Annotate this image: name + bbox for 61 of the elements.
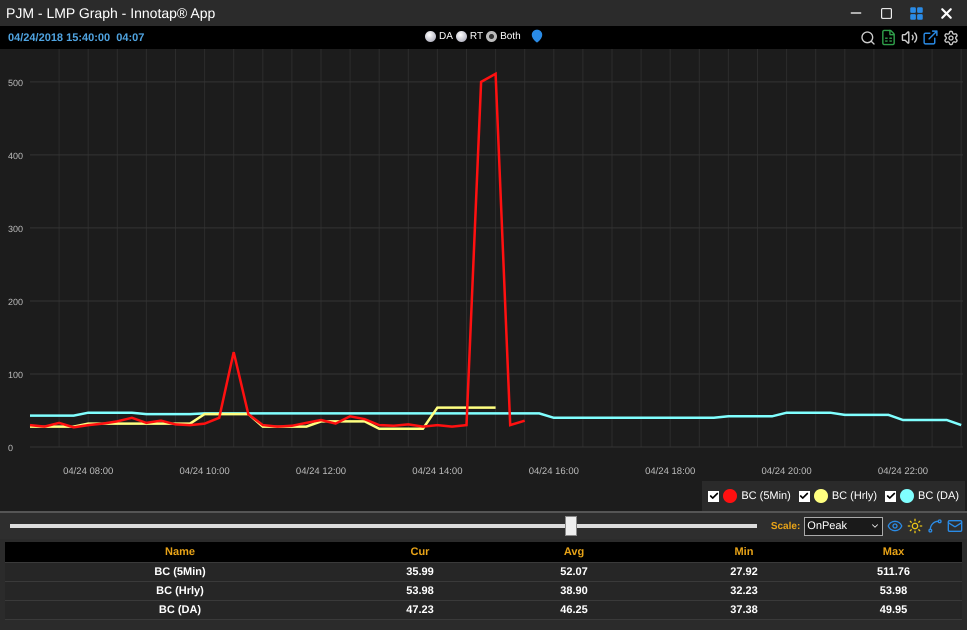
column-header: Min bbox=[734, 546, 754, 558]
grid-icon[interactable] bbox=[908, 6, 924, 20]
axis-label: 04/24 14:00 bbox=[412, 466, 462, 477]
window-title: PJM - LMP Graph - Innotap® App bbox=[6, 5, 216, 21]
search-icon[interactable] bbox=[860, 30, 876, 46]
column-header: Avg bbox=[562, 546, 586, 558]
eye-icon[interactable] bbox=[887, 518, 903, 534]
spreadsheet-icon[interactable] bbox=[880, 29, 897, 46]
table-cell-text: 53.98 bbox=[878, 585, 908, 597]
slider-thumb[interactable] bbox=[565, 516, 578, 536]
table-cell-text: 47.23 bbox=[405, 604, 435, 616]
time-slider[interactable] bbox=[10, 516, 757, 536]
legend-checkbox[interactable] bbox=[885, 490, 896, 502]
axis-label: 04/24 20:00 bbox=[762, 466, 812, 477]
axis-label: 04/24 22:00 bbox=[878, 466, 928, 477]
table-cell-text: 511.76 bbox=[876, 566, 912, 578]
column-header: Name bbox=[164, 546, 196, 558]
axis-label: 04/24 18:00 bbox=[645, 466, 696, 477]
legend-label: BC (Hrly) bbox=[832, 490, 878, 502]
table-cell-text: 27.92 bbox=[729, 566, 759, 578]
axis-label: 04/24 12:00 bbox=[296, 466, 346, 477]
table-cell-text: BC (5Min) bbox=[153, 566, 207, 578]
axis-label: 500 bbox=[8, 78, 24, 88]
axis-label: 04/24 16:00 bbox=[528, 466, 579, 477]
table-cell-text: BC (Hrly) bbox=[155, 585, 205, 597]
scale-label: Scale: bbox=[770, 520, 800, 532]
table-cell-text: 38.90 bbox=[559, 585, 589, 597]
sun-icon[interactable] bbox=[907, 518, 923, 534]
table-cell-text: 49.95 bbox=[878, 604, 908, 616]
legend-checkbox[interactable] bbox=[708, 490, 720, 502]
mode-radio[interactable]: Both bbox=[486, 30, 521, 42]
axis-label: 400 bbox=[8, 150, 24, 161]
table-cell-text: 37.38 bbox=[729, 604, 759, 616]
mode-radio[interactable]: RT bbox=[456, 30, 484, 42]
axis-label: 200 bbox=[8, 296, 24, 307]
legend-label: BC (DA) bbox=[918, 490, 959, 502]
table-cell-text: 35.99 bbox=[405, 566, 435, 578]
table-cell-text: 32.23 bbox=[729, 585, 759, 597]
maximize-icon[interactable] bbox=[880, 6, 892, 20]
settings-icon[interactable] bbox=[943, 30, 959, 46]
legend-label: BC (5Min) bbox=[741, 490, 791, 502]
table-cell-text: BC (DA) bbox=[158, 604, 202, 616]
scale-dropdown[interactable]: OnPeak bbox=[804, 516, 883, 536]
axis-label: 100 bbox=[8, 370, 24, 380]
table-cell-text: 46.25 bbox=[559, 604, 589, 616]
legend-checkbox[interactable] bbox=[798, 490, 810, 502]
external-link-icon[interactable] bbox=[922, 29, 939, 46]
axis-label: 04/24 08:00 bbox=[63, 466, 114, 477]
column-header: Max bbox=[882, 546, 906, 558]
curve-icon[interactable] bbox=[927, 518, 943, 534]
pin-icon[interactable] bbox=[530, 29, 544, 43]
table-cell-text: 52.07 bbox=[559, 566, 589, 578]
timestamp: 04/24/2018 15:40:00 04:07 bbox=[8, 32, 144, 44]
mail-icon[interactable] bbox=[947, 518, 963, 534]
axis-label: 300 bbox=[8, 224, 24, 234]
table-cell-text: 53.98 bbox=[405, 585, 435, 597]
axis-label: 0 bbox=[8, 443, 14, 453]
speaker-icon[interactable] bbox=[901, 29, 918, 46]
column-header: Cur bbox=[410, 546, 430, 558]
mode-radio[interactable]: DA bbox=[425, 30, 453, 42]
axis-label: 04/24 10:00 bbox=[180, 466, 230, 477]
